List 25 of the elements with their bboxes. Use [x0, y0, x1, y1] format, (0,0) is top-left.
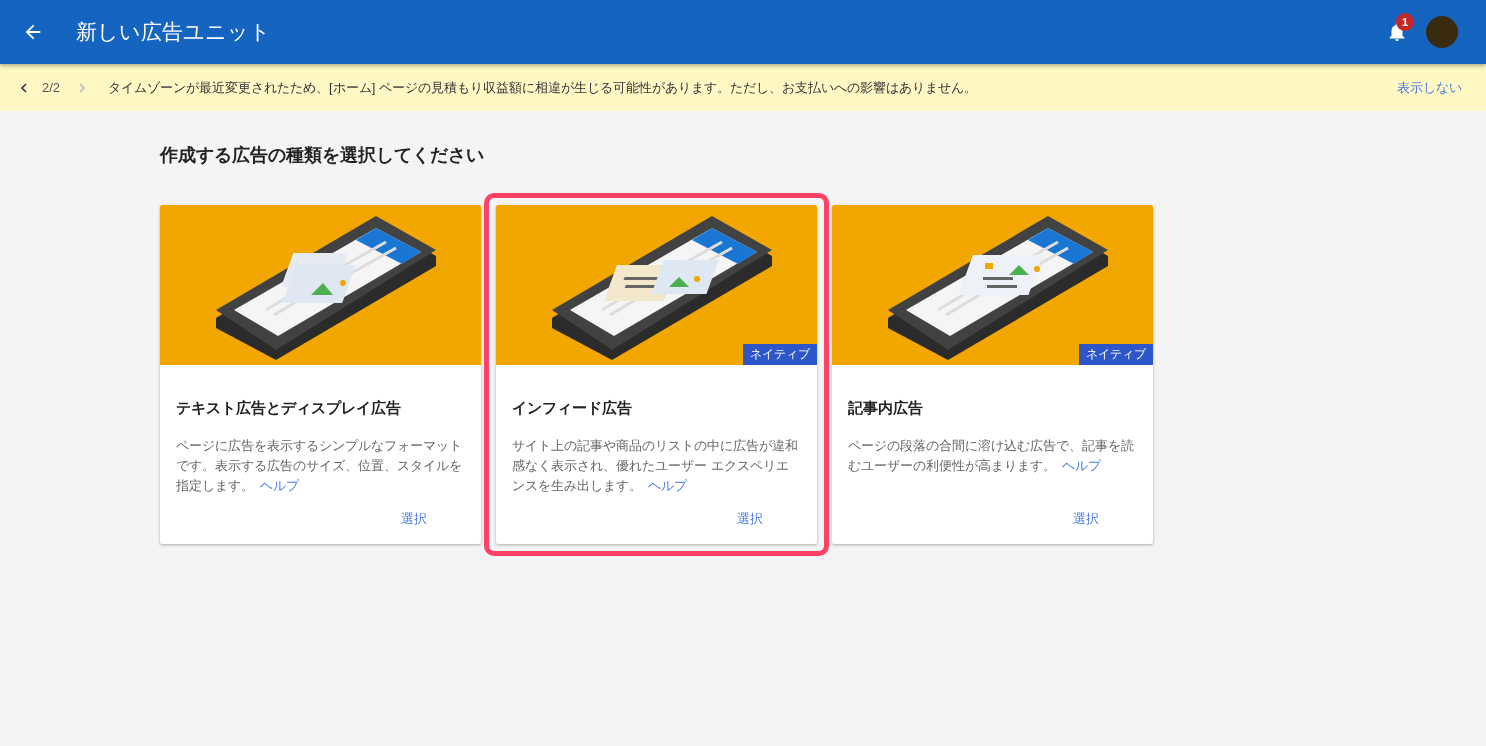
- notification-count: 1: [1396, 13, 1414, 31]
- help-link[interactable]: ヘルプ: [1062, 458, 1101, 473]
- card-description: サイト上の記事や商品のリストの中に広告が違和感なく表示され、優れたユーザー エクスペリエンスを生み出します。 ヘルプ: [512, 437, 799, 495]
- select-button[interactable]: 選択: [1065, 506, 1137, 532]
- card-title: テキスト広告とディスプレイ広告: [176, 399, 402, 418]
- card-description: ページに広告を表示するシンプルなフォーマットです。表示する広告のサイズ、位置、スタイルを指定します。 ヘルプ: [176, 437, 463, 495]
- card-description: ページの段落の合間に溶け込む広告で、記事を読むユーザーの利便性が高まります。 ヘルプ: [848, 437, 1135, 475]
- card-title: 記事内広告: [848, 399, 924, 418]
- ad-type-card[interactable]: テキスト広告とディスプレイ広告 ページに広告を表示するシンプルなフォーマットです。表示する広告のサイズ、位置、スタイルを指定します。 ヘルプ 選択: [160, 205, 481, 544]
- chevron-left-icon[interactable]: [20, 82, 28, 93]
- ad-type-card[interactable]: ネイティブ 記事内広告 ページの段落の合間に溶け込む広告で、記事を読むユーザーの利便性が高まります。 ヘルプ 選択: [832, 205, 1153, 544]
- dismiss-link[interactable]: 表示しない: [1397, 78, 1462, 97]
- native-tag: ネイティブ: [1079, 344, 1153, 365]
- pager-text: 2/2: [42, 80, 61, 95]
- card-title: インフィード広告: [512, 399, 633, 418]
- ad-type-card[interactable]: ネイティブ インフィード広告 サイト上の記事や商品のリストの中に広告が違和感なく表示され、優れたユーザー エクスペリエンスを生み出します。 ヘルプ 選択: [496, 205, 817, 544]
- section-heading: 作成する広告の種類を選択してください: [160, 144, 485, 167]
- avatar[interactable]: [1426, 16, 1458, 48]
- help-link[interactable]: ヘルプ: [648, 478, 687, 493]
- notice-message: タイムゾーンが最近変更されたため、[ホーム] ページの見積もり収益額に相違が生じる可能性があります。ただし、お支払いへの影響はありません。: [108, 78, 978, 97]
- select-button[interactable]: 選択: [729, 506, 801, 532]
- native-tag: ネイティブ: [743, 344, 817, 365]
- select-button[interactable]: 選択: [393, 506, 465, 532]
- page-title: 新しい広告ユニット: [76, 19, 272, 45]
- help-link[interactable]: ヘルプ: [260, 478, 299, 493]
